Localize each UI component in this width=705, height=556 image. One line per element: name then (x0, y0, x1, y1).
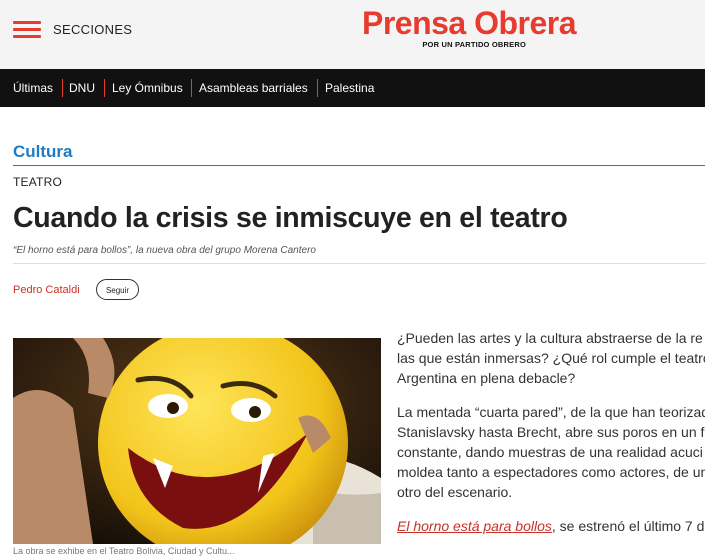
menu-icon[interactable] (13, 21, 41, 39)
paragraph-line: constante, dando muestras de una realida… (397, 444, 703, 460)
subtitle-divider (13, 263, 705, 264)
paragraph: La mentada “cuarta pared”, de la que han… (397, 402, 705, 502)
nav-item-palestina[interactable]: Palestina (325, 69, 374, 107)
follow-button[interactable]: Seguir (96, 279, 139, 300)
logo-tagline: POR UN PARTIDO OBRERO (422, 40, 526, 49)
article-photo (13, 338, 381, 544)
nav-item-ultimas[interactable]: Últimas (13, 69, 53, 107)
site-logo[interactable]: Prensa Obrera POR UN PARTIDO OBRERO (332, 5, 606, 49)
paragraph-line: otro del escenario. (397, 484, 513, 500)
nav-item-dnu[interactable]: DNU (69, 69, 95, 107)
nav-divider (104, 79, 105, 97)
paragraph-line: La mentada “cuarta pared”, de la que han… (397, 404, 705, 420)
yellow-mask-illustration (13, 338, 381, 544)
category-link[interactable]: Cultura (13, 142, 73, 162)
paragraph-line: moldea tanto a espectadores como actores… (397, 464, 705, 480)
paragraph-line: las que están inmersas? ¿Qué rol cumple … (397, 350, 705, 366)
category-divider (13, 165, 705, 166)
play-title-link[interactable]: El horno está para bollos (397, 518, 552, 534)
nav-divider (191, 79, 192, 97)
article-body: ¿Pueden las artes y la cultura abstraers… (397, 328, 705, 550)
image-caption: La obra se exhibe en el Teatro Bolivia, … (13, 546, 235, 556)
logo-wordmark: Prensa Obrera (361, 5, 577, 41)
paragraph: El horno está para bollos, se estrenó el… (397, 516, 705, 536)
article-title: Cuando la crisis se inmiscuye en el teat… (13, 202, 568, 234)
nav-item-asambleas[interactable]: Asambleas barriales (199, 69, 308, 107)
top-nav: Últimas DNU Ley Ómnibus Asambleas barria… (0, 69, 705, 107)
nav-item-ley-omnibus[interactable]: Ley Ómnibus (112, 69, 183, 107)
paragraph: ¿Pueden las artes y la cultura abstraers… (397, 328, 705, 388)
article-subtitle: “El horno está para bollos”, la nueva ob… (13, 245, 316, 256)
site-header: SECCIONES Prensa Obrera POR UN PARTIDO O… (0, 0, 705, 69)
nav-divider (62, 79, 63, 97)
subcategory-label[interactable]: TEATRO (13, 175, 62, 189)
paragraph-line: Stanislavsky hasta Brecht, abre sus poro… (397, 424, 705, 440)
paragraph-line: Argentina en plena debacle? (397, 370, 576, 386)
paragraph-line: , se estrenó el último 7 d (551, 518, 705, 534)
sections-menu-label[interactable]: SECCIONES (53, 22, 132, 37)
author-link[interactable]: Pedro Cataldi (13, 284, 80, 296)
nav-divider (317, 79, 318, 97)
paragraph-line: ¿Pueden las artes y la cultura abstraers… (397, 330, 703, 346)
